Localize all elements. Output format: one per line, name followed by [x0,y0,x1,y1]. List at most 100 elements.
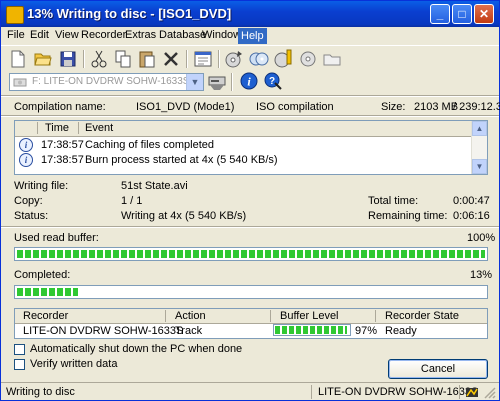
drive-select-value: F: LITE-ON DVDRW SOHW-1633S [32,76,190,87]
resize-grip-icon[interactable] [484,387,496,399]
copy-value: 1 / 1 [121,195,143,207]
maximize-button[interactable]: □ [452,4,472,24]
log-event: Burn process started at 4x (5 540 KB/s) [85,154,278,166]
completed-percent: 13% [470,269,493,281]
info-icon: i [19,153,33,167]
shutdown-checkbox-label[interactable]: Automatically shut down the PC when done [30,343,242,355]
log-time: 17:38:57 [41,139,84,151]
activity-icon [466,388,478,397]
cancel-button[interactable]: Cancel [388,359,488,379]
event-log[interactable]: Time Event i 17:38:57 Caching of files c… [14,120,488,175]
log-time: 17:38:57 [41,154,84,166]
verify-checkbox[interactable] [14,359,25,370]
writing-file-label: Writing file: [14,180,69,192]
app-icon [6,6,24,24]
menu-recorder[interactable]: Recorder [81,29,126,41]
recorder-table[interactable]: Recorder Action Buffer Level Recorder St… [14,308,488,339]
log-event: Caching of files completed [85,139,215,151]
recorder-name: LITE-ON DVDRW SOHW-1633S [23,325,184,337]
browse-icon[interactable] [322,49,342,69]
menu-edit[interactable]: Edit [30,29,49,41]
scroll-down-icon[interactable]: ▼ [472,159,487,174]
compilation-type: ISO compilation [256,101,334,113]
col-recorder[interactable]: Recorder [23,310,68,322]
log-row: i 17:38:57 Caching of files completed [15,137,473,153]
title-bar: 13% Writing to disc - [ISO1_DVD] _ □ ✕ [1,1,499,27]
new-icon[interactable] [8,49,28,69]
burn-icon[interactable] [224,49,244,69]
log-header-event[interactable]: Event [85,122,113,134]
compilation-name-label: Compilation name: [14,101,106,113]
status-bar: Writing to disc LITE-ON DVDRW SOHW-1633S [1,382,499,401]
menu-file[interactable]: File [7,29,25,41]
menu-help[interactable]: Help [238,28,267,44]
remaining-time-label: Remaining time: [368,210,448,222]
size-label: Size: [381,101,406,113]
size-total: / 239:12.3 [453,101,500,113]
recorder-action: Track [175,325,203,337]
delete-icon[interactable] [161,49,181,69]
help-icon[interactable]: ? [263,71,283,91]
buffer-progress-bar [14,247,488,261]
verify-checkbox-label[interactable]: Verify written data [30,358,117,370]
burn-progress-window: 13% Writing to disc - [ISO1_DVD] _ □ ✕ F… [0,0,500,401]
save-icon[interactable] [58,49,78,69]
remaining-time-value: 0:06:16 [453,210,490,222]
chevron-down-icon[interactable]: ▼ [186,74,203,90]
window-title: 13% Writing to disc - [ISO1_DVD] [27,6,232,21]
buffer-progress-fill [17,250,485,258]
size-value: 2103 MB [414,101,459,113]
menu-window[interactable]: Window [202,29,241,41]
toolbar-divider [1,95,499,97]
close-button[interactable]: ✕ [474,4,494,24]
statusbar-text: Writing to disc [6,386,75,398]
col-recorder-state[interactable]: Recorder State [385,310,459,322]
menu-database[interactable]: Database [159,29,206,41]
menu-bar: File Edit View Recorder Extras Database … [1,27,499,45]
recorder-table-header: Recorder Action Buffer Level Recorder St… [15,309,487,324]
writing-file-value: 51st State.avi [121,180,188,192]
shutdown-checkbox[interactable] [14,344,25,355]
paste-icon[interactable] [137,49,157,69]
menu-view[interactable]: View [55,29,79,41]
copy-label: Copy: [14,195,43,207]
statusbar-recorder: LITE-ON DVDRW SOHW-1633S [318,386,479,398]
completed-progress-bar [14,285,488,299]
buffer-percent: 100% [467,232,496,244]
status-value: Writing at 4x (5 540 KB/s) [121,210,247,222]
drive-select[interactable]: F: LITE-ON DVDRW SOHW-1633S ▼ [9,73,204,91]
recorder-state: Ready [385,325,417,337]
log-header: Time Event [15,121,473,137]
copy-disc-icon[interactable] [249,49,269,69]
copy-icon[interactable] [113,49,133,69]
minimize-button[interactable]: _ [430,4,450,24]
erase-icon[interactable] [298,49,318,69]
open-icon[interactable] [33,49,53,69]
completed-label: Completed: [14,269,71,281]
svg-text:?: ? [269,76,275,87]
recorder-buffer-fill [275,326,347,334]
info-divider [1,115,499,117]
col-action[interactable]: Action [175,310,206,322]
col-buffer-level[interactable]: Buffer Level [280,310,339,322]
recorder-buffer-bar [273,324,351,336]
log-header-time[interactable]: Time [45,122,69,134]
scroll-up-icon[interactable]: ▲ [472,121,487,136]
recorder-icon[interactable] [207,71,227,91]
completed-progress-fill [17,288,78,296]
drive-toolbar: F: LITE-ON DVDRW SOHW-1633S ▼ i ? [1,71,499,95]
total-time-value: 0:00:47 [453,195,490,207]
cut-icon[interactable] [89,49,109,69]
info-icon: i [19,138,33,152]
log-scrollbar[interactable]: ▲ ▼ [471,121,487,174]
status-label: Status: [14,210,49,222]
compilation-name-value: ISO1_DVD (Mode1) [136,101,235,113]
total-time-label: Total time: [368,195,419,207]
menu-extras[interactable]: Extras [125,29,156,41]
info-icon[interactable]: i [239,71,259,91]
info-disc-icon[interactable] [274,49,294,69]
buffer-label: Used read buffer: [14,232,99,244]
properties-icon[interactable] [193,49,213,69]
status-divider [1,226,499,228]
log-row: i 17:38:57 Burn process started at 4x (5… [15,152,473,168]
